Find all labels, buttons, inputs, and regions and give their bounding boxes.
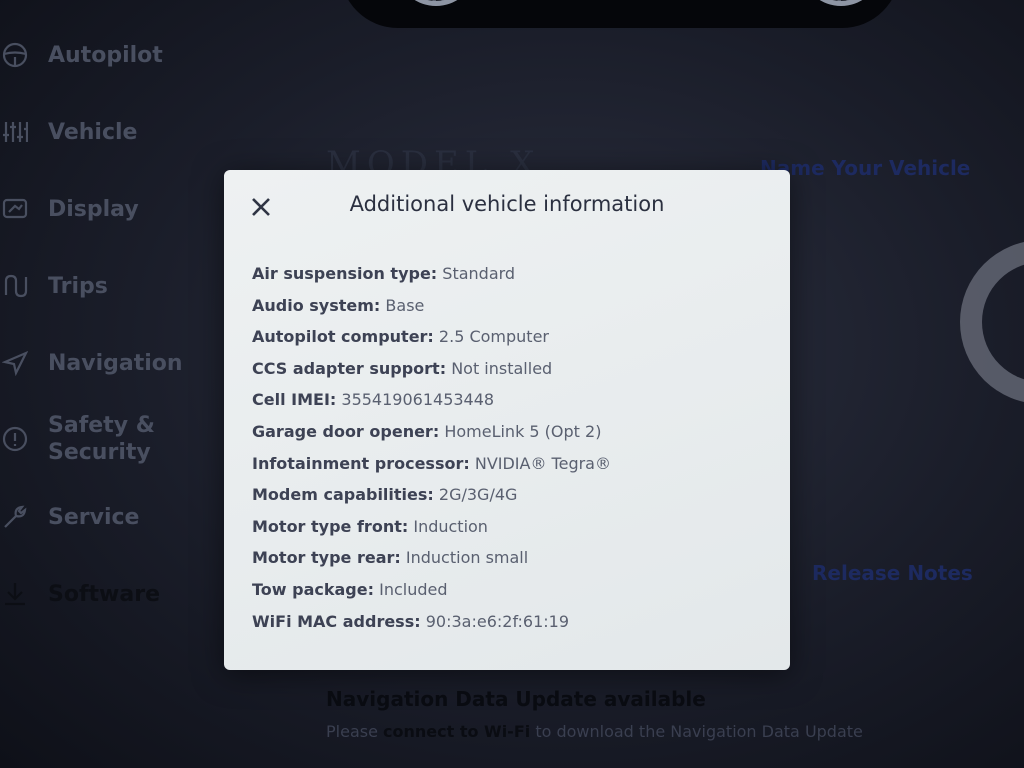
info-row: Motor type rear: Induction small xyxy=(252,548,611,580)
vehicle-info-list: Air suspension type: Standard Audio syst… xyxy=(252,264,611,643)
info-key: Modem capabilities: xyxy=(252,485,434,505)
info-key: Motor type rear: xyxy=(252,548,401,568)
navigation-arrow-icon xyxy=(0,348,30,378)
settings-screen: Autopilot Vehicle Display Trips Navigati… xyxy=(0,0,1024,768)
steering-wheel-icon xyxy=(0,40,30,70)
release-notes-link[interactable]: Release Notes xyxy=(812,561,973,585)
info-row: Garage door opener: HomeLink 5 (Opt 2) xyxy=(252,422,611,454)
info-row: Modem capabilities: 2G/3G/4G xyxy=(252,485,611,517)
sidebar-item-label: Vehicle xyxy=(48,119,138,145)
sidebar-item-label: Service xyxy=(48,504,140,530)
info-key: Motor type front: xyxy=(252,516,409,536)
download-icon xyxy=(0,579,30,609)
info-value: HomeLink 5 (Opt 2) xyxy=(444,421,602,441)
sidebar-item-display[interactable]: Display xyxy=(0,194,139,224)
info-value: Not installed xyxy=(451,358,553,378)
info-key: WiFi MAC address: xyxy=(252,611,421,631)
info-row: Audio system: Base xyxy=(252,296,611,328)
modal-title: Additional vehicle information xyxy=(349,192,665,216)
wrench-icon xyxy=(0,502,30,532)
sidebar-item-autopilot[interactable]: Autopilot xyxy=(0,40,163,70)
info-row: Autopilot computer: 2.5 Computer xyxy=(252,327,611,359)
info-value: Induction small xyxy=(405,548,529,568)
connect-wifi-link[interactable]: connect to Wi-Fi xyxy=(383,722,530,741)
info-value: Included xyxy=(379,579,448,599)
tesla-logo-icon xyxy=(960,240,1024,404)
sliders-icon xyxy=(0,117,30,147)
info-key: Garage door opener: xyxy=(252,421,440,441)
sidebar-item-navigation[interactable]: Navigation xyxy=(0,348,183,378)
sidebar-item-label: Safety & Security xyxy=(48,413,155,465)
sidebar-item-label: Display xyxy=(48,196,139,222)
name-vehicle-link[interactable]: Name Your Vehicle xyxy=(760,156,970,180)
sidebar-item-label: Autopilot xyxy=(48,42,163,68)
info-value: 90:3a:e6:2f:61:19 xyxy=(425,611,569,631)
sidebar-item-vehicle[interactable]: Vehicle xyxy=(0,117,137,147)
nav-update-text: Please connect to Wi-Fi to download the … xyxy=(326,722,863,741)
sidebar-item-service[interactable]: Service xyxy=(0,502,139,532)
trips-icon xyxy=(0,271,30,301)
info-key: Air suspension type: xyxy=(252,264,438,283)
sidebar-item-label: Navigation xyxy=(48,350,183,376)
sidebar-item-software[interactable]: Software xyxy=(0,579,160,609)
info-value: 355419061453448 xyxy=(341,390,495,410)
alert-circle-icon xyxy=(0,424,30,454)
info-value: 2G/3G/4G xyxy=(438,485,518,505)
info-key: Infotainment processor: xyxy=(252,453,470,473)
sidebar-item-label: Software xyxy=(48,581,160,607)
info-row: Air suspension type: Standard xyxy=(252,264,611,296)
info-value: Standard xyxy=(442,264,516,283)
info-key: Autopilot computer: xyxy=(252,327,434,347)
info-value: 2.5 Computer xyxy=(438,327,549,347)
wheel-icon xyxy=(400,0,472,6)
info-value: Induction xyxy=(413,516,488,536)
info-row: Motor type front: Induction xyxy=(252,517,611,549)
wheel-icon xyxy=(805,0,877,6)
sidebar-item-label: Trips xyxy=(48,273,108,299)
info-value: NVIDIA® Tegra® xyxy=(474,453,611,473)
display-icon xyxy=(0,194,30,224)
vehicle-image xyxy=(340,0,900,28)
info-key: Cell IMEI: xyxy=(252,390,337,410)
sidebar-item-trips[interactable]: Trips xyxy=(0,271,108,301)
info-row: CCS adapter support: Not installed xyxy=(252,359,611,391)
nav-update-title: Navigation Data Update available xyxy=(326,687,706,711)
nav-update-prefix: Please xyxy=(326,722,384,741)
vehicle-info-modal: Additional vehicle information Air suspe… xyxy=(224,170,790,670)
info-row: Tow package: Included xyxy=(252,580,611,612)
info-key: Audio system: xyxy=(252,295,381,315)
sidebar-item-safety-security[interactable]: Safety & Security xyxy=(0,412,168,466)
info-key: CCS adapter support: xyxy=(252,358,447,378)
info-key: Tow package: xyxy=(252,579,375,599)
info-row: Cell IMEI: 355419061453448 xyxy=(252,390,611,422)
info-value: Base xyxy=(385,295,425,315)
info-row: Infotainment processor: NVIDIA® Tegra® xyxy=(252,454,611,486)
nav-update-suffix: to download the Navigation Data Update xyxy=(530,722,863,741)
info-row: WiFi MAC address: 90:3a:e6:2f:61:19 xyxy=(252,612,611,644)
